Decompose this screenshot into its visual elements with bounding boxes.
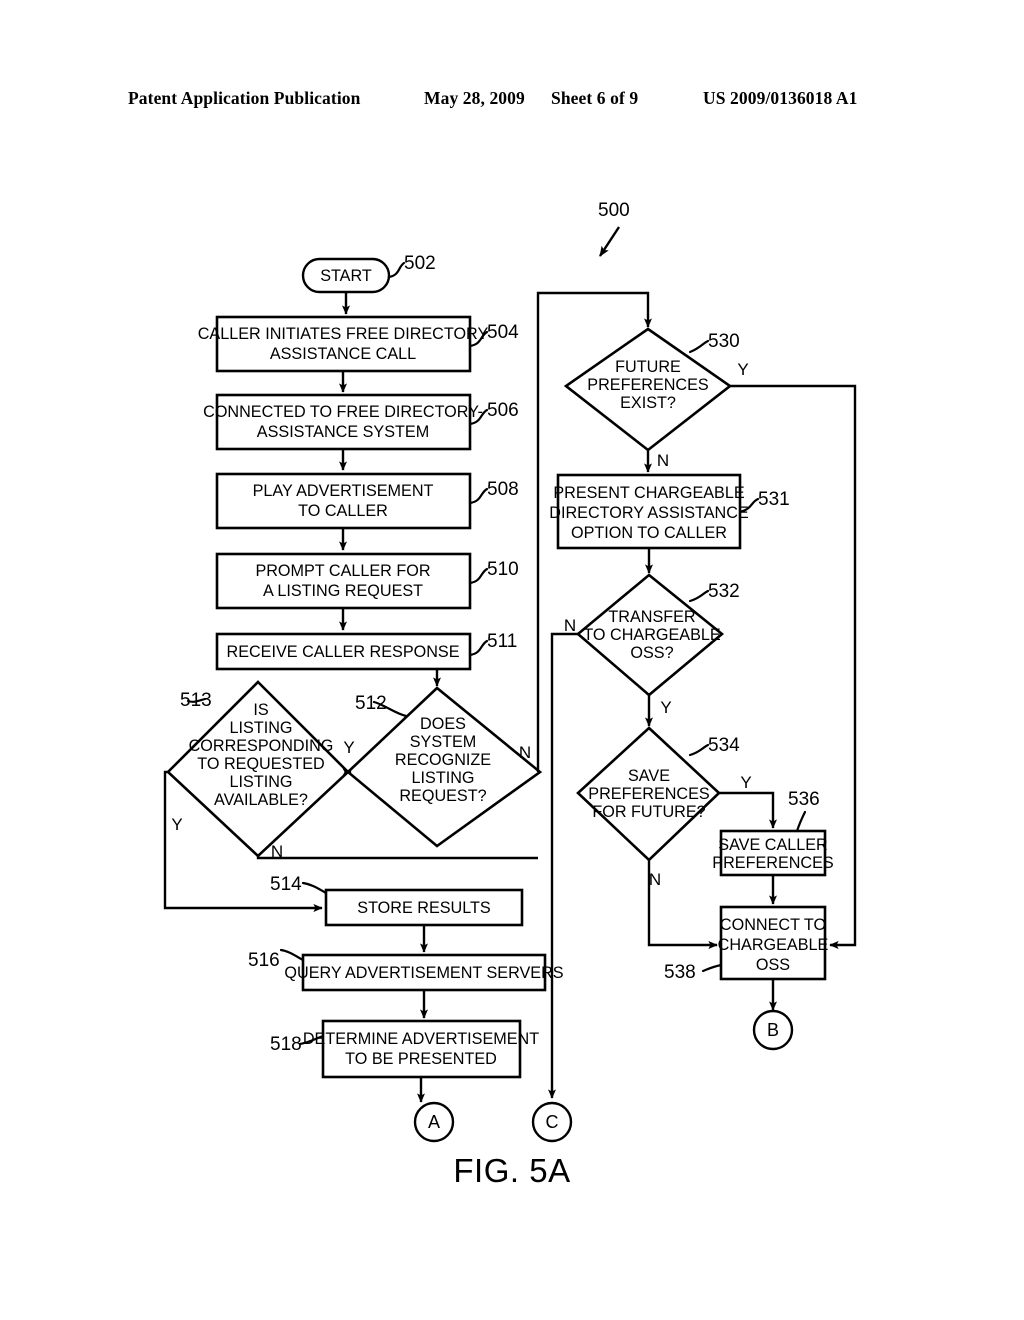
edge-532-no-to-C <box>547 632 578 1099</box>
process-538-line2: CHARGEABLE <box>718 936 829 954</box>
decision-532-yes-label: Y <box>660 698 671 717</box>
decision-513-line1: IS <box>253 701 268 719</box>
ref-leader-538 <box>701 963 723 973</box>
ref-502: 502 <box>404 253 436 274</box>
decision-512-line5: REQUEST? <box>399 787 486 805</box>
ref-leader-510 <box>468 567 489 585</box>
decision-513-line2: LISTING <box>230 719 293 737</box>
decision-512-line2: SYSTEM <box>410 733 477 751</box>
ref-514: 514 <box>270 874 302 895</box>
start-label: START <box>320 267 372 285</box>
process-531-line1: PRESENT CHARGEABLE <box>553 484 745 502</box>
decision-532-line2: TO CHARGEABLE <box>583 626 721 644</box>
decision-532-no-label: N <box>564 616 576 635</box>
diagram-ref-arrow <box>598 226 621 257</box>
decision-530-line3: EXIST? <box>620 394 676 412</box>
decision-512-line3: RECOGNIZE <box>395 751 491 769</box>
decision-530-no-label: N <box>657 451 669 470</box>
ref-534: 534 <box>708 735 740 756</box>
process-511-line1: RECEIVE CALLER RESPONSE <box>227 643 460 661</box>
ref-leader-514 <box>301 881 328 895</box>
flowchart: 500 START 502 CALLER INITIATES FREE DIRE… <box>163 200 857 1143</box>
process-514-line1: STORE RESULTS <box>357 899 491 917</box>
ref-leader-534 <box>688 743 710 757</box>
decision-534-line2: PREFERENCES <box>588 785 710 803</box>
decision-534-yes-label: Y <box>740 773 751 792</box>
process-510-line1: PROMPT CALLER FOR <box>255 562 430 580</box>
process-508-line2: TO CALLER <box>298 502 388 520</box>
connector-A-label: A <box>428 1112 440 1132</box>
ref-504: 504 <box>487 322 519 343</box>
ref-530: 530 <box>708 331 740 352</box>
decision-512-line1: DOES <box>420 715 466 733</box>
ref-leader-511 <box>468 639 489 657</box>
decision-534-no-label: N <box>649 870 661 889</box>
ref-leader-532 <box>688 589 710 603</box>
ref-512: 512 <box>355 693 387 714</box>
connector-C-label: C <box>546 1112 559 1132</box>
process-504-line2: ASSISTANCE CALL <box>270 345 416 363</box>
decision-534-line3: FOR FUTURE? <box>592 803 705 821</box>
decision-530-yes-label: Y <box>737 360 748 379</box>
decision-512-yes-label: Y <box>343 738 354 757</box>
decision-512-line4: LISTING <box>412 769 475 787</box>
process-516-line1: QUERY ADVERTISEMENT SERVERS <box>284 964 563 982</box>
ref-leader-502 <box>387 261 406 279</box>
connector-B-label: B <box>767 1020 779 1040</box>
process-538-line1: CONNECT TO <box>720 916 826 934</box>
decision-512-no-label: N <box>519 743 531 762</box>
ref-516: 516 <box>248 950 280 971</box>
ref-510: 510 <box>487 559 519 580</box>
process-536-line1: SAVE CALLER <box>718 836 827 854</box>
ref-513: 513 <box>180 690 212 711</box>
process-506-line1: CONNECTED TO FREE DIRECTORY- <box>203 403 483 421</box>
decision-532-line3: OSS? <box>630 644 673 662</box>
decision-513-line6: AVAILABLE? <box>214 791 308 809</box>
edge-513-no-to-riser <box>256 856 538 860</box>
ref-532: 532 <box>708 581 740 602</box>
process-538-line3: OSS <box>756 956 790 974</box>
figure-caption: FIG. 5A <box>453 1152 571 1189</box>
decision-530-line2: PREFERENCES <box>587 376 709 394</box>
process-518-line1: DETERMINE ADVERTISEMENT <box>303 1030 539 1048</box>
patent-figure-page: Patent Application Publication May 28, 2… <box>0 0 1024 1320</box>
decision-534-line1: SAVE <box>628 767 670 785</box>
ref-518: 518 <box>270 1034 302 1055</box>
edge-534-yes-to-536 <box>719 791 777 829</box>
ref-538: 538 <box>664 962 696 983</box>
diagram-ref-500: 500 <box>598 200 630 221</box>
process-510-line2: A LISTING REQUEST <box>263 582 423 600</box>
process-531-line3: OPTION TO CALLER <box>571 524 727 542</box>
decision-513-yes-label: Y <box>171 815 182 834</box>
ref-leader-536 <box>795 810 807 833</box>
process-518-line2: TO BE PRESENTED <box>345 1050 497 1068</box>
decision-513-line5: LISTING <box>230 773 293 791</box>
ref-511: 511 <box>487 631 517 652</box>
decision-513-line3: CORRESPONDING <box>189 737 334 755</box>
ref-506: 506 <box>487 400 519 421</box>
ref-leader-516 <box>279 948 305 962</box>
decision-532-line1: TRANSFER <box>608 608 695 626</box>
decision-530-line1: FUTURE <box>615 358 681 376</box>
ref-508: 508 <box>487 479 519 500</box>
process-508-line1: PLAY ADVERTISEMENT <box>253 482 434 500</box>
ref-leader-530 <box>688 339 710 354</box>
process-536-line2: PREFERENCES <box>712 854 834 872</box>
ref-536: 536 <box>788 789 820 810</box>
decision-513-line4: TO REQUESTED <box>197 755 324 773</box>
ref-531: 531 <box>758 489 790 510</box>
ref-leader-508 <box>468 487 489 505</box>
process-531-line2: DIRECTORY ASSISTANCE <box>549 504 749 522</box>
process-504-line1: CALLER INITIATES FREE DIRECTORY <box>198 325 489 343</box>
process-506-line2: ASSISTANCE SYSTEM <box>257 423 429 441</box>
